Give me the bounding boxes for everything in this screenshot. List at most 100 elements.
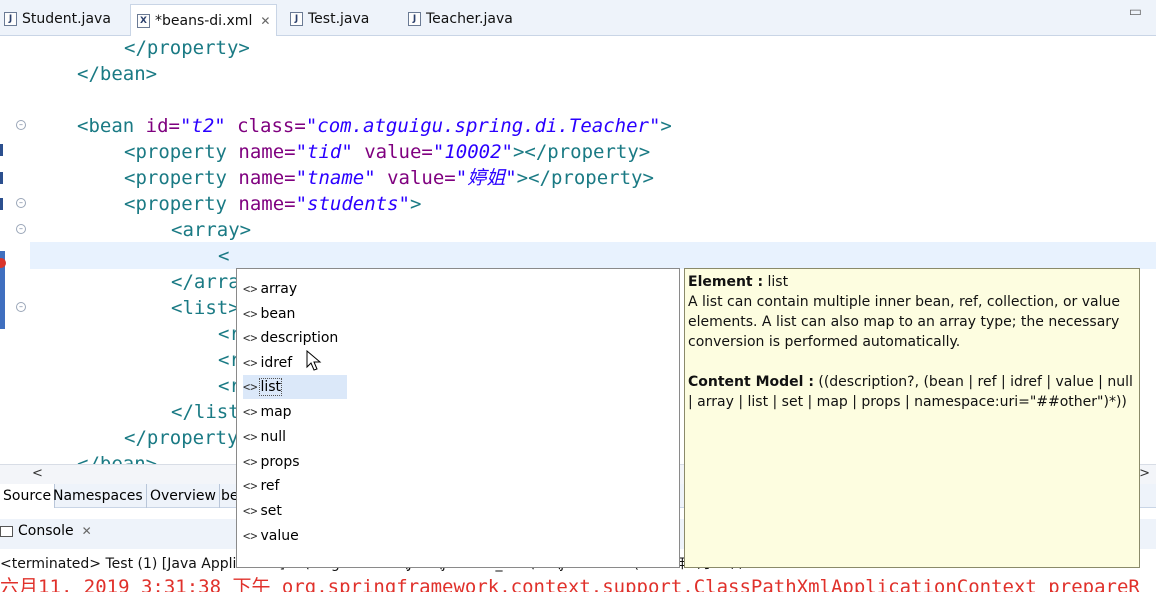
xml-tag: <bean [77, 115, 146, 137]
tab-namespaces[interactable]: Namespaces [50, 484, 147, 508]
xml-tag: > [660, 115, 672, 137]
xml-value: "com.atguigu.spring.di.Teacher" [305, 115, 661, 137]
element-icon: <> [243, 479, 258, 493]
tab-source[interactable]: Source [0, 484, 56, 508]
list-item[interactable]: <> map [243, 400, 298, 424]
element-heading: Element : list [688, 272, 1136, 292]
close-icon[interactable]: ✕ [82, 524, 92, 538]
code-line: <property name="tid" value="10002"></pro… [124, 139, 650, 165]
xml-tag: > [409, 193, 422, 215]
change-marker [0, 144, 3, 156]
item-label: props [260, 454, 300, 470]
item-label: list [259, 378, 282, 396]
xml-tag: <property [124, 167, 239, 189]
element-icon: <> [243, 331, 258, 345]
code-line: <array> [171, 217, 251, 243]
tab-teacher-java[interactable]: J Teacher.java [402, 4, 519, 33]
xml-value: "tid" [295, 141, 353, 163]
tab-student-java[interactable]: J Student.java [0, 4, 117, 33]
list-item[interactable]: <> set [243, 499, 288, 523]
chevron-right-icon[interactable]: > [1139, 466, 1150, 481]
xml-tag: <list> [171, 297, 240, 319]
element-icon: <> [243, 430, 258, 444]
list-item[interactable]: <> props [243, 450, 306, 474]
fold-icon[interactable]: – [16, 198, 26, 208]
list-item[interactable]: <> array [243, 277, 303, 301]
chevron-left-icon[interactable]: < [32, 466, 43, 481]
xml-file-icon: X [137, 13, 150, 28]
change-marker [0, 198, 3, 210]
java-file-icon: J [290, 11, 303, 26]
tab-console[interactable]: Console ✕ [0, 523, 92, 539]
code-line: <property name="students"> [124, 191, 421, 217]
element-icon: <> [243, 282, 258, 296]
code-line: </arra [171, 269, 240, 295]
element-icon: <> [243, 529, 258, 543]
item-label: idref [260, 355, 293, 371]
console-tab-label: Console [18, 523, 74, 539]
fold-icon[interactable]: – [16, 224, 26, 234]
xml-tag: <property [124, 141, 239, 163]
current-line-highlight [30, 242, 1156, 269]
tab-test-java[interactable]: J Test.java [284, 4, 375, 33]
list-item-selected[interactable]: <> list [243, 375, 347, 399]
java-file-icon: J [408, 11, 421, 26]
item-label: array [260, 281, 298, 297]
tab-beans-di-xml[interactable]: X *beans-di.xml ✕ [130, 4, 278, 36]
xml-tag: </property> [124, 37, 250, 59]
tab-label: Test.java [308, 10, 370, 27]
element-name: list [767, 274, 789, 290]
xml-attr: name= [238, 167, 296, 189]
console-log-line: 六月11, 2019 3:31:38 下午 org.springframewor… [0, 576, 1140, 592]
xml-tag: <property [124, 193, 239, 215]
minimize-icon[interactable]: ▭ [1129, 4, 1142, 20]
item-label: null [260, 429, 286, 445]
xml-tag: ></property> [516, 167, 654, 189]
item-label: set [260, 503, 282, 519]
list-item[interactable]: <> ref [243, 474, 285, 498]
element-info-popup: Element : list A list can contain multip… [684, 268, 1140, 568]
xml-value: "students" [295, 193, 410, 215]
list-item[interactable]: <> bean [243, 302, 301, 326]
list-item[interactable]: <> value [243, 524, 305, 548]
code-line: </bean> [77, 61, 157, 87]
xml-attr: value= [352, 141, 433, 163]
xml-tag: < [218, 245, 230, 267]
element-icon: <> [243, 504, 258, 518]
item-label: value [260, 528, 299, 544]
close-icon[interactable]: ✕ [260, 14, 270, 28]
list-item[interactable]: <> description [243, 326, 344, 350]
xml-tag: </bean> [77, 63, 158, 85]
tab-label: Teacher.java [426, 10, 513, 27]
element-label: Element : [688, 274, 764, 290]
element-icon: <> [243, 307, 258, 321]
editor-tab-bar: J Student.java X *beans-di.xml ✕ J Test.… [0, 0, 1156, 36]
xml-tag: </bean> [77, 453, 158, 464]
change-marker [0, 172, 3, 184]
tab-overview[interactable]: Overview [147, 484, 220, 508]
xml-tag: </arra [171, 271, 240, 293]
xml-value: "10002" [432, 141, 513, 163]
tab-label: *beans-di.xml [155, 12, 253, 29]
xml-value: "t2" [179, 115, 226, 137]
error-icon[interactable] [0, 258, 6, 268]
item-label: ref [260, 478, 280, 494]
content-assist-popup[interactable]: <> array <> bean <> description <> idref <> l… [236, 268, 680, 568]
element-icon: <> [243, 455, 258, 469]
console-icon [0, 525, 13, 537]
fold-icon[interactable]: – [16, 302, 26, 312]
java-file-icon: J [4, 11, 17, 26]
xml-tag: <array> [171, 219, 252, 241]
code-line: < [218, 243, 229, 269]
list-item[interactable]: <> idref [243, 351, 298, 375]
item-label: description [260, 330, 339, 346]
code-line: <property name="tname" value="婷姐"></prop… [124, 165, 654, 191]
xml-attr: name= [238, 193, 296, 215]
list-item[interactable]: <> null [243, 425, 292, 449]
element-icon: <> [243, 405, 258, 419]
code-line: </list [171, 399, 240, 425]
fold-icon[interactable]: – [16, 120, 26, 130]
code-line: <list> [171, 295, 240, 321]
code-line: <bean id="t2" class="com.atguigu.spring.… [77, 113, 672, 139]
xml-attr: name= [238, 141, 296, 163]
